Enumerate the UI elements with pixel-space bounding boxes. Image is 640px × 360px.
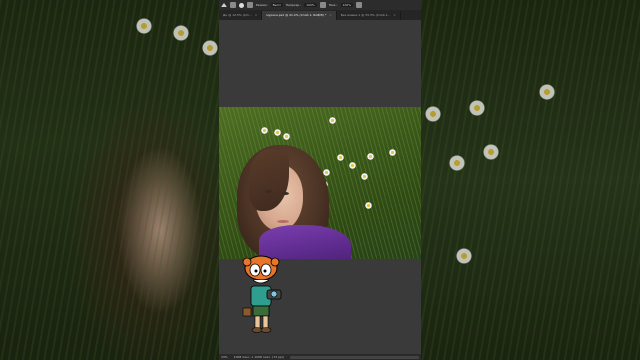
status-bar: 34% 1008 пикс. x 1008 пикс. (72 ppi) xyxy=(219,354,421,360)
document-canvas[interactable] xyxy=(219,107,421,259)
close-icon[interactable]: × xyxy=(329,13,332,17)
flow-label: Наж.: xyxy=(328,3,338,7)
daisy-decoration xyxy=(449,155,465,171)
daisy-decoration xyxy=(202,40,218,56)
zoom-level[interactable]: 34% xyxy=(221,355,228,359)
daisy-decoration xyxy=(456,248,472,264)
tab-label: мурика.psd @ 41,4% (Слой 1, RGB/8) * xyxy=(266,13,327,17)
blurred-background-left xyxy=(0,0,219,360)
photo-mouth xyxy=(277,220,289,223)
photo-eye xyxy=(282,192,289,195)
daisy-decoration xyxy=(483,144,499,160)
cartoon-mascot xyxy=(242,255,282,333)
options-bar: Режим: Выпл Непрозр.: 100% Наж.: 100% xyxy=(219,0,421,10)
flow-field[interactable]: 100% xyxy=(340,3,354,7)
brush-tool-icon[interactable] xyxy=(230,2,236,8)
daisy-decoration xyxy=(469,100,485,116)
mode-select[interactable]: Выпл xyxy=(270,3,283,7)
pressure-opacity-icon[interactable] xyxy=(319,2,326,8)
document-info: 1008 пикс. x 1008 пикс. (72 ppi) xyxy=(233,355,284,359)
document-tabs: Дн @ 12,5% (Cm... × мурика.psd @ 41,4% (С… xyxy=(219,10,421,20)
daisy-decoration xyxy=(136,18,152,34)
tab-label: Без имени-1 @ 33,3% (Слой 1... xyxy=(340,13,391,17)
brush-preset-icon[interactable] xyxy=(239,2,244,8)
airbrush-icon[interactable] xyxy=(356,2,363,8)
photo-eye xyxy=(265,190,272,193)
close-icon[interactable]: × xyxy=(255,13,258,17)
tab-document-1[interactable]: Дн @ 12,5% (Cm... × xyxy=(219,11,263,20)
tab-document-3[interactable]: Без имени-1 @ 33,3% (Слой 1... × xyxy=(337,11,401,20)
daisy-decoration xyxy=(425,106,441,122)
tab-label: Дн @ 12,5% (Cm... xyxy=(223,13,252,17)
tab-document-active[interactable]: мурика.psd @ 41,4% (Слой 1, RGB/8) * × xyxy=(262,11,337,20)
mode-label: Режим: xyxy=(256,3,268,7)
horizontal-scrollbar[interactable] xyxy=(289,355,419,359)
photoshop-window: Режим: Выпл Непрозр.: 100% Наж.: 100% Дн… xyxy=(219,0,421,360)
close-icon[interactable]: × xyxy=(393,13,396,17)
opacity-label: Непрозр.: xyxy=(285,3,302,7)
daisy-decoration xyxy=(539,84,555,100)
daisy-decoration xyxy=(173,25,189,41)
blurred-background-right xyxy=(421,0,640,360)
home-icon[interactable] xyxy=(221,3,227,7)
brush-settings-icon[interactable] xyxy=(247,2,253,8)
opacity-field[interactable]: 100% xyxy=(304,3,317,7)
